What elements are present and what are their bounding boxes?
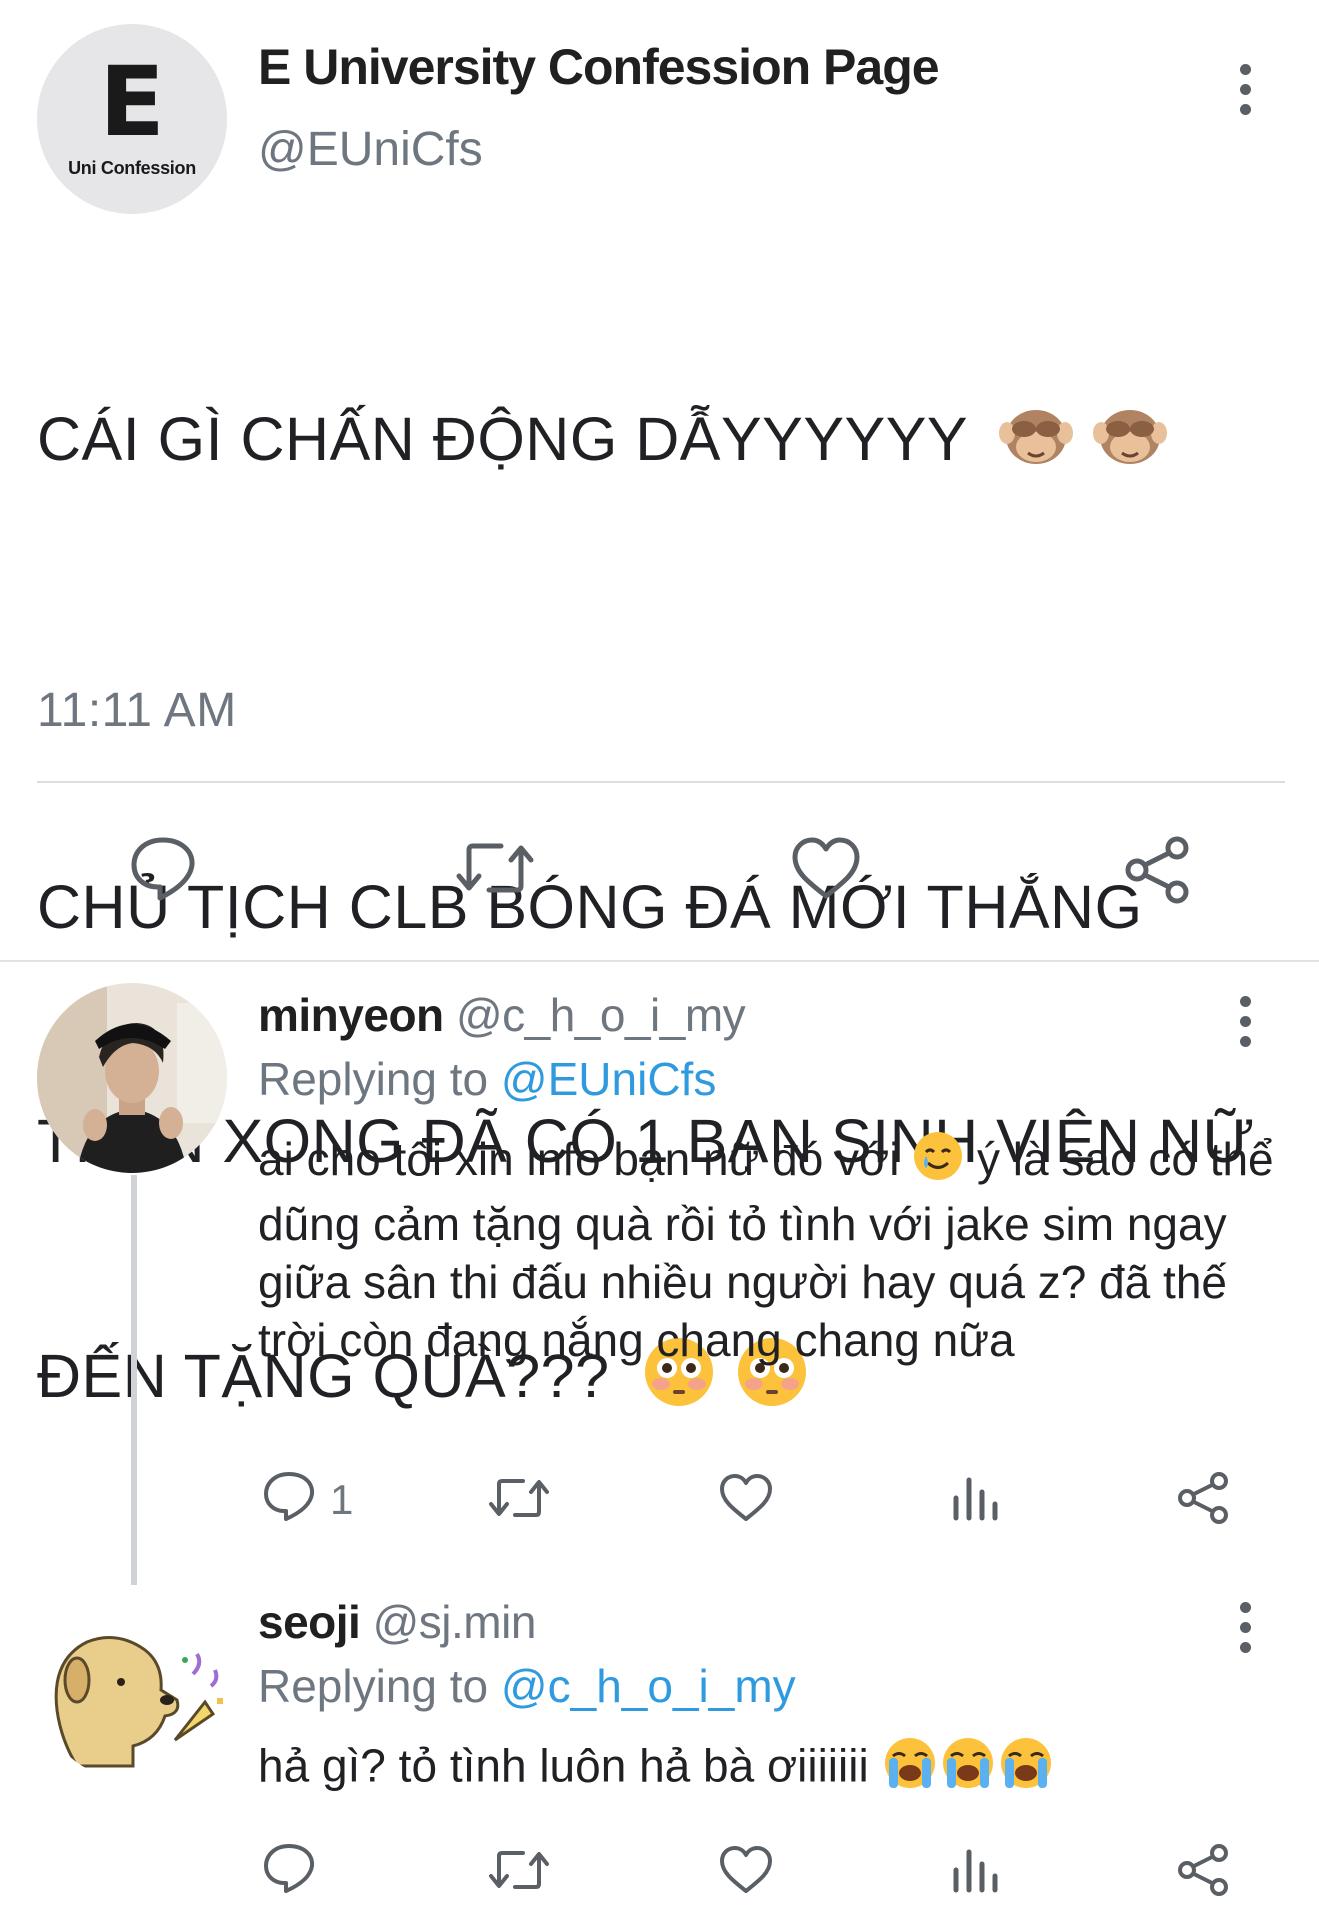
replying-to-link[interactable]: @EUniCfs [501, 1053, 716, 1105]
reply-display-name: seoji [258, 1596, 361, 1648]
handle[interactable]: @EUniCfs [258, 122, 483, 177]
reply-handle: @c_h_o_i_my [455, 989, 746, 1041]
analytics-icon[interactable] [950, 1846, 1000, 1894]
replying-prefix: Replying to [258, 1660, 489, 1712]
avatar[interactable] [37, 983, 227, 1173]
tweet-line-1: CÁI GÌ CHẤN ĐỘNG DẪYYYYYY [37, 405, 967, 473]
retweet-icon[interactable] [487, 1474, 551, 1522]
divider [37, 781, 1285, 783]
smiling-face-with-tear-icon [912, 1130, 964, 1195]
reply-text: ai cho tôi xin info bạn nữ đó với ý là s… [258, 1130, 1278, 1369]
loudly-crying-face-icon [881, 1736, 939, 1803]
reply-handle: @sj.min [372, 1596, 537, 1648]
reply-author[interactable]: seoji @sj.min [258, 1595, 536, 1649]
section-separator [0, 960, 1319, 962]
reply-icon[interactable] [262, 1842, 316, 1894]
analytics-icon[interactable] [950, 1474, 1000, 1522]
see-no-evil-monkey-icon [998, 403, 1074, 485]
tweet-timestamp: 11:11 AM [37, 684, 237, 737]
loudly-crying-face-icon [939, 1736, 997, 1803]
display-name[interactable]: E University Confession Page [258, 38, 940, 96]
reply-author[interactable]: minyeon @c_h_o_i_my [258, 988, 746, 1042]
thread-line [131, 1175, 137, 1585]
reply-display-name: minyeon [258, 989, 444, 1041]
retweet-icon[interactable] [453, 836, 537, 900]
share-icon[interactable] [1121, 834, 1193, 906]
tweet-line-2: CHỦ TỊCH CLB BÓNG ĐÁ MỚI THẮNG [37, 873, 1143, 941]
like-icon[interactable] [718, 1844, 774, 1896]
page-avatar[interactable]: E Uni Confession [37, 24, 227, 214]
avatar[interactable] [37, 1590, 227, 1780]
reply-text-part2: ý là sao [977, 1133, 1136, 1185]
avatar-letter: E [99, 46, 165, 158]
reply-count: 1 [330, 1476, 354, 1523]
reply-text-body: hả gì? tỏ tình luôn hả bà ơiiiiiii [258, 1739, 869, 1792]
retweet-icon[interactable] [487, 1846, 551, 1894]
reply-text: hả gì? tỏ tình luôn hả bà ơiiiiiii [258, 1736, 1278, 1803]
share-icon[interactable] [1175, 1470, 1231, 1526]
replying-to: Replying to @c_h_o_i_my [258, 1659, 796, 1713]
more-options-icon[interactable] [1239, 1602, 1251, 1656]
replying-to: Replying to @EUniCfs [258, 1052, 716, 1106]
see-no-evil-monkey-icon [1092, 403, 1168, 485]
replying-prefix: Replying to [258, 1053, 489, 1105]
more-options-icon[interactable] [1239, 996, 1251, 1050]
loudly-crying-face-icon [997, 1736, 1055, 1803]
avatar-caption: Uni Confession [68, 158, 196, 178]
reply-icon[interactable] [128, 834, 198, 902]
like-icon[interactable] [718, 1472, 774, 1524]
reply-icon[interactable] [262, 1470, 316, 1522]
more-options-icon[interactable] [1239, 64, 1251, 118]
reply-text-part1: ai cho tôi xin info bạn nữ đó với [258, 1133, 900, 1185]
share-icon[interactable] [1175, 1842, 1231, 1898]
replying-to-link[interactable]: @c_h_o_i_my [501, 1660, 796, 1712]
like-icon[interactable] [790, 836, 862, 902]
